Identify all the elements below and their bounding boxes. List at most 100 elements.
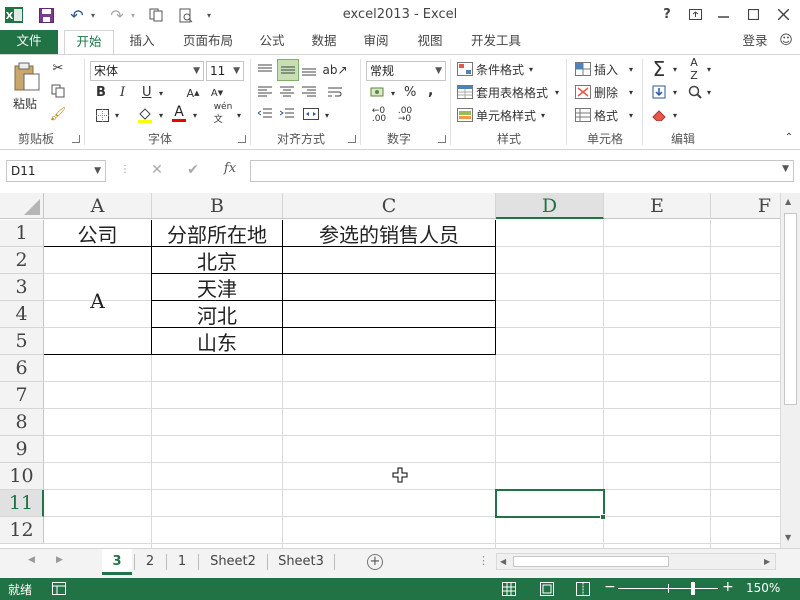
find-select-icon[interactable] xyxy=(686,83,704,101)
sort-filter-icon[interactable]: AZ xyxy=(684,56,704,82)
sheet-tab-3[interactable]: 3 xyxy=(102,549,132,575)
cell-a1[interactable]: 公司 xyxy=(44,220,151,247)
align-center-icon[interactable] xyxy=(278,83,296,101)
number-launcher-icon[interactable] xyxy=(438,135,446,143)
cell-c1[interactable]: 参选的销售人员 xyxy=(283,220,495,247)
ribbon-display-options-icon[interactable] xyxy=(684,4,706,24)
tab-page-layout[interactable]: 页面布局 xyxy=(176,30,240,54)
clear-dropdown-icon[interactable]: ▾ xyxy=(670,107,680,123)
cell-b2[interactable]: 北京 xyxy=(152,247,282,274)
vertical-scroll-thumb[interactable] xyxy=(784,213,797,405)
wrap-text-icon[interactable] xyxy=(326,83,344,101)
page-break-view-icon[interactable] xyxy=(576,582,590,596)
font-color-dropdown-icon[interactable]: ▾ xyxy=(190,107,200,123)
row-header-10[interactable]: 10 xyxy=(0,463,44,490)
macro-record-icon[interactable] xyxy=(52,582,66,595)
align-bottom-icon[interactable] xyxy=(300,61,318,79)
cell-styles-button[interactable]: 单元格样式 xyxy=(476,107,536,124)
conditional-formatting-button[interactable]: 条件格式 xyxy=(476,61,524,78)
help-button[interactable]: ? xyxy=(656,4,678,24)
copy-icon[interactable] xyxy=(48,82,68,100)
sheet-tab-sheet3[interactable]: Sheet3 xyxy=(270,549,332,575)
vertical-scrollbar[interactable]: ▲ ▼ xyxy=(780,193,800,548)
next-sheet-icon[interactable]: ▶ xyxy=(56,555,63,565)
zoom-in-button[interactable]: + xyxy=(722,579,734,595)
percent-style-button[interactable]: % xyxy=(404,85,416,100)
cut-icon[interactable]: ✂ xyxy=(48,59,68,77)
row-header-5[interactable]: 5 xyxy=(0,328,44,355)
row-header-8[interactable]: 8 xyxy=(0,409,44,436)
tab-review[interactable]: 审阅 xyxy=(356,30,396,54)
scroll-up-icon[interactable]: ▲ xyxy=(785,197,791,206)
font-color-icon[interactable]: A xyxy=(170,103,188,123)
sheet-tab-2[interactable]: 2 xyxy=(136,549,164,575)
horizontal-scroll-thumb[interactable] xyxy=(513,556,669,567)
cell-styles-icon[interactable] xyxy=(456,106,474,124)
row-header-2[interactable]: 2 xyxy=(0,247,44,274)
conditional-formatting-icon[interactable] xyxy=(456,60,474,78)
format-cells-icon[interactable] xyxy=(574,106,592,124)
align-top-icon[interactable] xyxy=(256,61,274,79)
row-header-12[interactable]: 12 xyxy=(0,517,44,544)
paste-icon[interactable] xyxy=(12,61,42,93)
close-icon[interactable] xyxy=(772,4,794,24)
column-header-d[interactable]: D xyxy=(496,193,604,219)
row-header-7[interactable]: 7 xyxy=(0,382,44,409)
format-as-table-button[interactable]: 套用表格格式 xyxy=(476,84,548,101)
horizontal-scrollbar[interactable]: ◀ ▶ xyxy=(496,553,776,570)
comma-style-button[interactable]: , xyxy=(428,83,433,99)
scroll-down-icon[interactable]: ▼ xyxy=(785,533,791,542)
enter-entry-icon[interactable]: ✔ xyxy=(184,162,202,180)
sort-dropdown-icon[interactable]: ▾ xyxy=(704,61,714,77)
clipboard-launcher-icon[interactable] xyxy=(72,135,80,143)
fill-color-icon[interactable] xyxy=(136,105,154,123)
phonetic-dropdown-icon[interactable]: ▾ xyxy=(234,107,244,123)
prev-sheet-icon[interactable]: ◀ xyxy=(28,555,35,565)
increase-decimal-icon[interactable]: ←0.00 xyxy=(368,107,390,124)
zoom-slider-track[interactable] xyxy=(618,582,718,595)
italic-button[interactable]: I xyxy=(120,85,125,100)
paste-label[interactable]: 粘贴 xyxy=(13,95,37,112)
conditional-dropdown-icon[interactable]: ▾ xyxy=(526,61,536,77)
format-painter-icon[interactable]: 🖌 xyxy=(48,105,68,123)
decrease-font-icon[interactable]: A ▼ xyxy=(208,85,226,101)
cell-b3[interactable]: 天津 xyxy=(152,274,282,301)
tab-split-grip-icon[interactable]: ⋮ xyxy=(478,554,489,567)
zoom-slider-thumb[interactable] xyxy=(691,582,695,595)
underline-dropdown-icon[interactable]: ▾ xyxy=(156,85,166,101)
tab-home[interactable]: 开始 xyxy=(64,30,114,54)
fill-color-dropdown-icon[interactable]: ▾ xyxy=(156,107,166,123)
page-layout-view-icon[interactable] xyxy=(540,582,554,596)
column-header-a[interactable]: A xyxy=(44,193,152,219)
find-dropdown-icon[interactable]: ▾ xyxy=(704,84,714,100)
column-header-e[interactable]: E xyxy=(604,193,711,219)
insert-function-icon[interactable]: fx xyxy=(220,161,240,179)
insert-dropdown-icon[interactable]: ▾ xyxy=(626,61,636,77)
column-header-b[interactable]: B xyxy=(152,193,283,219)
font-name-combo[interactable]: 宋体 ▼ xyxy=(90,61,204,81)
cell-styles-dropdown-icon[interactable]: ▾ xyxy=(538,107,548,123)
cell-b1[interactable]: 分部所在地 xyxy=(152,220,282,247)
fill-dropdown-icon[interactable]: ▾ xyxy=(670,84,680,100)
avatar[interactable]: ☺ xyxy=(776,30,796,54)
active-cell-selection[interactable] xyxy=(495,489,605,518)
table-format-dropdown-icon[interactable]: ▾ xyxy=(552,84,562,100)
format-dropdown-icon[interactable]: ▾ xyxy=(626,107,636,123)
insert-cells-icon[interactable] xyxy=(574,60,592,78)
tab-developer[interactable]: 开发工具 xyxy=(464,30,528,54)
zoom-out-button[interactable]: − xyxy=(604,579,616,595)
decrease-decimal-icon[interactable]: .00 →0 xyxy=(394,107,416,124)
phonetic-guide-icon[interactable]: wén 文 xyxy=(212,102,234,125)
select-all-corner[interactable] xyxy=(0,193,44,219)
increase-indent-icon[interactable] xyxy=(278,105,296,123)
accounting-format-icon[interactable] xyxy=(368,83,388,101)
font-launcher-icon[interactable] xyxy=(238,135,246,143)
tab-data[interactable]: 数据 xyxy=(304,30,344,54)
autosum-dropdown-icon[interactable]: ▾ xyxy=(670,61,680,77)
row-header-11[interactable]: 11 xyxy=(0,490,44,517)
row-header-4[interactable]: 4 xyxy=(0,301,44,328)
sheet-tab-sheet2[interactable]: Sheet2 xyxy=(202,549,264,575)
tab-insert[interactable]: 插入 xyxy=(120,30,164,54)
border-dropdown-icon[interactable]: ▾ xyxy=(112,107,122,123)
scroll-right-icon[interactable]: ▶ xyxy=(764,557,770,566)
